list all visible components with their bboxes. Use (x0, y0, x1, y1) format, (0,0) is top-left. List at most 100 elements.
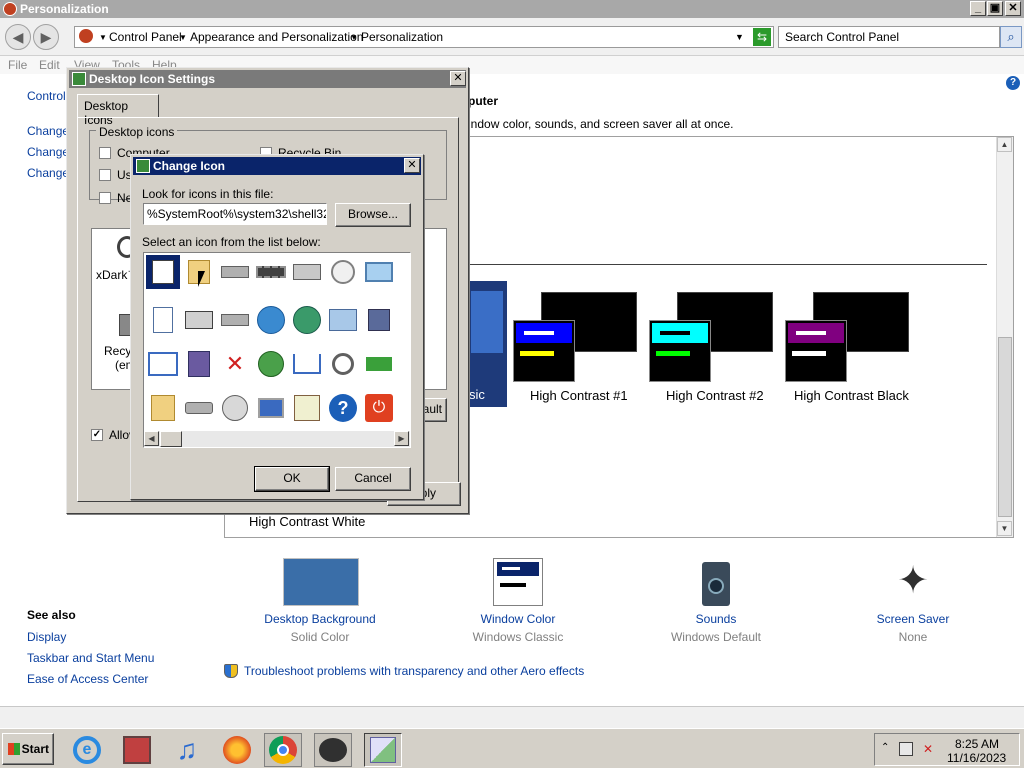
search-input[interactable]: Search Control Panel (778, 26, 1000, 48)
scroll-up-icon[interactable]: ▲ (997, 137, 1012, 152)
icon-file-path-input[interactable]: %SystemRoot%\system32\shell32.d (143, 203, 327, 225)
search-icon[interactable]: ⌕ (1000, 26, 1022, 48)
dialog-close-button[interactable]: ✕ (404, 158, 420, 173)
speaker-icon[interactable] (702, 562, 730, 606)
see-also-ease-of-access[interactable]: Ease of Access Center (27, 672, 148, 686)
left-link-change-2[interactable]: Change (27, 145, 69, 159)
icon-option-control-panel[interactable] (326, 303, 360, 337)
icon-list[interactable]: ✕ ? ⏻ ◀ ▶ (143, 252, 411, 448)
start-button[interactable]: Start (2, 733, 54, 765)
theme-item-windows-classic[interactable]: sic (469, 281, 507, 407)
computer-checkbox[interactable] (99, 147, 111, 159)
breadcrumb-item-appearance[interactable]: Appearance and Personalization (190, 30, 363, 44)
music-icon[interactable]: ♫ (168, 733, 206, 767)
personalization-taskbar-icon[interactable] (314, 733, 352, 767)
help-icon[interactable]: ? (1006, 76, 1020, 90)
icon-option-clock[interactable] (326, 255, 360, 289)
menu-file[interactable]: File (8, 58, 27, 72)
tray-expand-icon[interactable]: ⌃ (881, 742, 889, 753)
clock-time[interactable]: 8:25 AM (955, 737, 999, 751)
icon-option-window[interactable] (362, 303, 396, 337)
clock-date[interactable]: 11/16/2023 (947, 751, 1006, 765)
forward-arrow-icon[interactable]: ▶ (33, 24, 59, 50)
icon-option-disconnected-drive[interactable]: ✕ (218, 347, 252, 381)
icon-list-scrollbar[interactable]: ◀ ▶ (144, 431, 410, 447)
breadcrumb-item-personalization[interactable]: Personalization (361, 30, 443, 44)
screen-saver-icon[interactable]: ✦ (890, 558, 936, 606)
see-also-taskbar[interactable]: Taskbar and Start Menu (27, 651, 154, 665)
ok-button[interactable]: OK (254, 466, 330, 492)
menu-edit[interactable]: Edit (39, 58, 60, 72)
close-button[interactable]: ✕ (1005, 1, 1021, 16)
icon-option-document[interactable] (146, 303, 180, 337)
theme-item-high-contrast-1[interactable] (513, 292, 641, 382)
chrome-icon[interactable] (264, 733, 302, 767)
troubleshoot-link[interactable]: Troubleshoot problems with transparency … (244, 664, 584, 678)
icon-option-network[interactable] (290, 347, 324, 381)
icon-option-help-file[interactable] (182, 347, 216, 381)
theme-item-high-contrast-black[interactable] (785, 292, 913, 382)
allow-themes-checkbox[interactable]: ✓ (91, 429, 103, 441)
dialog-close-button[interactable]: ✕ (450, 71, 466, 86)
icon-option-internet[interactable] (254, 347, 288, 381)
icon-option-monitor[interactable] (362, 255, 396, 289)
network-icon[interactable] (899, 742, 913, 756)
refresh-icon[interactable]: ⇆ (753, 28, 771, 46)
icon-option-power[interactable]: ⏻ (362, 391, 396, 425)
left-link-change-1[interactable]: Change (27, 124, 69, 138)
icon-option-drive[interactable] (218, 255, 252, 289)
icon-option-search[interactable] (326, 347, 360, 381)
breadcrumb-item-control-panel[interactable]: Control Panel (109, 30, 182, 44)
network-checkbox[interactable] (99, 192, 111, 204)
scroll-thumb[interactable] (160, 431, 182, 447)
scroll-down-icon[interactable]: ▼ (997, 521, 1012, 536)
icon-option-partial-2[interactable] (398, 303, 410, 337)
icon-option-cd-drive[interactable] (218, 391, 252, 425)
icon-option-globe[interactable] (254, 303, 288, 337)
minimize-button[interactable]: _ (970, 1, 986, 16)
icon-option-printer[interactable] (290, 255, 324, 289)
volume-muted-icon[interactable]: ✕ (923, 742, 937, 756)
icon-option-device[interactable] (182, 303, 216, 337)
back-arrow-icon[interactable]: ◀ (5, 24, 31, 50)
scroll-thumb[interactable] (998, 337, 1012, 517)
left-link-change-3[interactable]: Change (27, 166, 69, 180)
theme-item-high-contrast-2[interactable] (649, 292, 777, 382)
maximize-button[interactable]: ▣ (987, 1, 1003, 16)
icon-option-partial-4[interactable] (398, 391, 410, 425)
theme-list-scrollbar[interactable]: ▲ ▼ (996, 137, 1013, 537)
icon-option-partial[interactable] (398, 255, 410, 289)
icon-option-application-selected[interactable] (146, 255, 180, 289)
scroll-left-icon[interactable]: ◀ (144, 431, 159, 446)
media-player-icon[interactable] (118, 733, 156, 767)
window-color-label[interactable]: Window Color (440, 612, 596, 626)
address-dropdown-icon[interactable]: ▼ (735, 32, 744, 42)
icon-option-help[interactable]: ? (326, 391, 360, 425)
cancel-button[interactable]: Cancel (335, 467, 411, 491)
left-link-control-panel-home[interactable]: Control (27, 89, 66, 103)
scroll-right-icon[interactable]: ▶ (394, 431, 409, 446)
firefox-icon[interactable] (218, 733, 256, 767)
icon-option-memory-chip[interactable] (254, 255, 288, 289)
browse-button[interactable]: Browse... (335, 203, 411, 227)
abc-blocks-icon[interactable] (364, 733, 402, 767)
icon-option-globe-computer[interactable] (290, 303, 324, 337)
users-files-checkbox[interactable] (99, 169, 111, 181)
icon-option-removable-drive[interactable] (182, 391, 216, 425)
icon-option-network-drive[interactable] (218, 303, 252, 337)
desktop-background-thumbnail[interactable] (283, 558, 359, 606)
icon-option-arrow[interactable] (362, 347, 396, 381)
screen-saver-label[interactable]: Screen Saver (850, 612, 976, 626)
icon-option-partial-3[interactable] (398, 347, 410, 381)
theme-label-high-contrast-white[interactable]: High Contrast White (249, 514, 365, 529)
icon-option-computer[interactable] (254, 391, 288, 425)
window-color-icon[interactable] (493, 558, 543, 606)
icon-option-calculator[interactable] (290, 391, 324, 425)
sounds-label[interactable]: Sounds (650, 612, 782, 626)
see-also-display[interactable]: Display (27, 630, 66, 644)
icon-option-blank-window[interactable] (146, 347, 180, 381)
internet-explorer-icon[interactable]: e (68, 733, 106, 767)
address-bar[interactable]: ▼ Control Panel ▼ Appearance and Persona… (74, 26, 774, 48)
icon-option-folder-2[interactable] (146, 391, 180, 425)
tab-desktop-icons[interactable]: Desktop Icons (77, 94, 159, 127)
